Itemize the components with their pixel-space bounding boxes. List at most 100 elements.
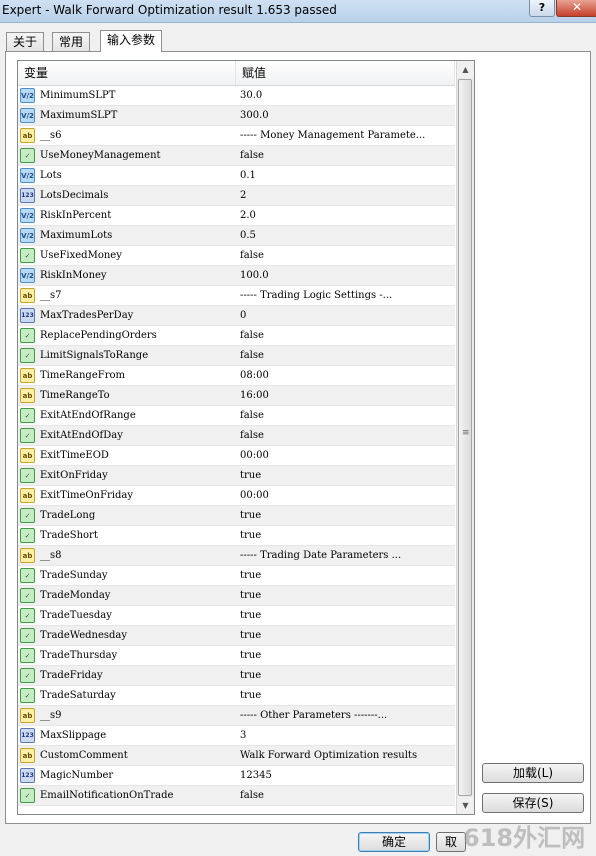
boolean-value-icon: ✓	[20, 608, 35, 623]
parameter-value[interactable]: false	[240, 786, 452, 806]
parameter-value[interactable]: true	[240, 646, 452, 666]
parameter-value[interactable]: 100.0	[240, 266, 452, 286]
parameter-row[interactable]: ab CustomComment Walk Forward Optimization…	[18, 746, 455, 766]
vertical-scrollbar[interactable]: ▲ ≡ ▼	[456, 61, 474, 814]
parameter-value[interactable]: true	[240, 466, 452, 486]
boolean-value-icon: ✓	[20, 568, 35, 583]
parameter-row[interactable]: V/2 MaximumSLPT 300.0	[18, 106, 455, 126]
parameter-row[interactable]: ab __s7 ----- Trading Logic Settings -...	[18, 286, 455, 306]
parameter-row[interactable]: V/2 Lots 0.1	[18, 166, 455, 186]
scrollbar-thumb[interactable]: ≡	[458, 79, 472, 796]
parameter-row[interactable]: ✓ TradeThursday true	[18, 646, 455, 666]
parameter-name: __s9	[40, 710, 62, 721]
parameter-value[interactable]: ----- Money Management Paramete...	[240, 126, 452, 146]
parameter-value[interactable]: ----- Trading Logic Settings -...	[240, 286, 452, 306]
parameter-value[interactable]: true	[240, 526, 452, 546]
parameter-row[interactable]: 123 MaxTradesPerDay 0	[18, 306, 455, 326]
cancel-button[interactable]: 取	[436, 832, 466, 852]
parameter-value[interactable]: 12345	[240, 766, 452, 786]
parameter-row[interactable]: ✓ TradeLong true	[18, 506, 455, 526]
parameter-value[interactable]: 0.5	[240, 226, 452, 246]
parameter-value[interactable]: 2	[240, 186, 452, 206]
parameter-value[interactable]: true	[240, 686, 452, 706]
parameter-row[interactable]: ✓ EmailNotificationOnTrade false	[18, 786, 455, 806]
boolean-value-icon: ✓	[20, 248, 35, 263]
parameter-row[interactable]: ✓ UseFixedMoney false	[18, 246, 455, 266]
parameter-value[interactable]: false	[240, 426, 452, 446]
parameter-row[interactable]: 123 MagicNumber 12345	[18, 766, 455, 786]
parameter-row[interactable]: ✓ LimitSignalsToRange false	[18, 346, 455, 366]
tab-common[interactable]: 常用	[52, 32, 91, 51]
parameter-value[interactable]: 00:00	[240, 486, 452, 506]
parameter-value[interactable]: true	[240, 606, 452, 626]
parameter-row[interactable]: ab __s9 ----- Other Parameters -------...	[18, 706, 455, 726]
parameter-value[interactable]: 16:00	[240, 386, 452, 406]
parameter-value[interactable]: true	[240, 626, 452, 646]
parameter-value[interactable]: 0.1	[240, 166, 452, 186]
parameter-row[interactable]: ab __s8 ----- Trading Date Parameters ...	[18, 546, 455, 566]
close-button[interactable]: ✕	[556, 0, 596, 17]
parameter-row[interactable]: ✓ ExitAtEndOfDay false	[18, 426, 455, 446]
parameter-row[interactable]: V/2 MaximumLots 0.5	[18, 226, 455, 246]
parameter-value[interactable]: 30.0	[240, 86, 452, 106]
parameter-value[interactable]: 08:00	[240, 366, 452, 386]
column-header-value[interactable]: 赋值	[236, 61, 455, 85]
double-value-icon: V/2	[20, 228, 35, 243]
parameter-row[interactable]: ✓ UseMoneyManagement false	[18, 146, 455, 166]
parameter-value[interactable]: false	[240, 246, 452, 266]
scroll-up-arrow-icon[interactable]: ▲	[457, 61, 474, 78]
parameter-row[interactable]: ab ExitTimeEOD 00:00	[18, 446, 455, 466]
help-button[interactable]: ?	[529, 0, 555, 17]
parameter-row[interactable]: ✓ ReplacePendingOrders false	[18, 326, 455, 346]
parameter-row[interactable]: ✓ TradeTuesday true	[18, 606, 455, 626]
parameter-row[interactable]: V/2 RiskInPercent 2.0	[18, 206, 455, 226]
parameter-name: TradeLong	[40, 510, 96, 521]
parameter-value[interactable]: false	[240, 406, 452, 426]
tab-inputs[interactable]: 输入参数	[100, 30, 163, 52]
parameter-value[interactable]: true	[240, 506, 452, 526]
save-button[interactable]: 保存(S)	[482, 793, 584, 813]
parameter-value[interactable]: ----- Trading Date Parameters ...	[240, 546, 452, 566]
parameter-name: TimeRangeFrom	[40, 370, 125, 381]
parameter-value[interactable]: 300.0	[240, 106, 452, 126]
parameter-row[interactable]: ab TimeRangeTo 16:00	[18, 386, 455, 406]
parameter-row[interactable]: ✓ TradeSaturday true	[18, 686, 455, 706]
parameter-row[interactable]: V/2 RiskInMoney 100.0	[18, 266, 455, 286]
parameter-name: __s6	[40, 130, 62, 141]
parameter-value[interactable]: ----- Other Parameters -------...	[240, 706, 452, 726]
boolean-value-icon: ✓	[20, 328, 35, 343]
parameter-value[interactable]: false	[240, 146, 452, 166]
watermark-logo: 618外汇网	[463, 824, 586, 852]
parameter-value[interactable]: 2.0	[240, 206, 452, 226]
parameter-name: MaximumLots	[40, 230, 113, 241]
parameter-value[interactable]: 00:00	[240, 446, 452, 466]
parameter-row[interactable]: ✓ TradeShort true	[18, 526, 455, 546]
parameter-row[interactable]: ✓ TradeMonday true	[18, 586, 455, 606]
parameter-row[interactable]: ✓ ExitOnFriday true	[18, 466, 455, 486]
parameter-value[interactable]: false	[240, 326, 452, 346]
parameter-row[interactable]: ✓ TradeFriday true	[18, 666, 455, 686]
parameter-row[interactable]: ✓ TradeWednesday true	[18, 626, 455, 646]
boolean-value-icon: ✓	[20, 688, 35, 703]
parameter-value[interactable]: true	[240, 586, 452, 606]
parameter-row[interactable]: 123 MaxSlippage 3	[18, 726, 455, 746]
parameter-row[interactable]: ab __s6 ----- Money Management Paramete...	[18, 126, 455, 146]
ok-button[interactable]: 确定	[358, 832, 430, 852]
parameter-value[interactable]: true	[240, 566, 452, 586]
parameter-row[interactable]: ab ExitTimeOnFriday 00:00	[18, 486, 455, 506]
parameter-row[interactable]: ab TimeRangeFrom 08:00	[18, 366, 455, 386]
parameter-value[interactable]: true	[240, 666, 452, 686]
parameter-row[interactable]: V/2 MinimumSLPT 30.0	[18, 86, 455, 106]
parameter-value[interactable]: 3	[240, 726, 452, 746]
parameter-row[interactable]: 123 LotsDecimals 2	[18, 186, 455, 206]
parameter-value[interactable]: 0	[240, 306, 452, 326]
parameter-row[interactable]: ✓ ExitAtEndOfRange false	[18, 406, 455, 426]
tab-about[interactable]: 关于	[6, 32, 45, 51]
parameter-value[interactable]: Walk Forward Optimization results	[240, 746, 452, 766]
parameter-name: TradeMonday	[40, 590, 111, 601]
load-button[interactable]: 加载(L)	[482, 763, 584, 783]
column-header-variable[interactable]: 变量	[18, 61, 236, 85]
parameter-value[interactable]: false	[240, 346, 452, 366]
parameter-row[interactable]: ✓ TradeSunday true	[18, 566, 455, 586]
scroll-down-arrow-icon[interactable]: ▼	[457, 797, 474, 814]
